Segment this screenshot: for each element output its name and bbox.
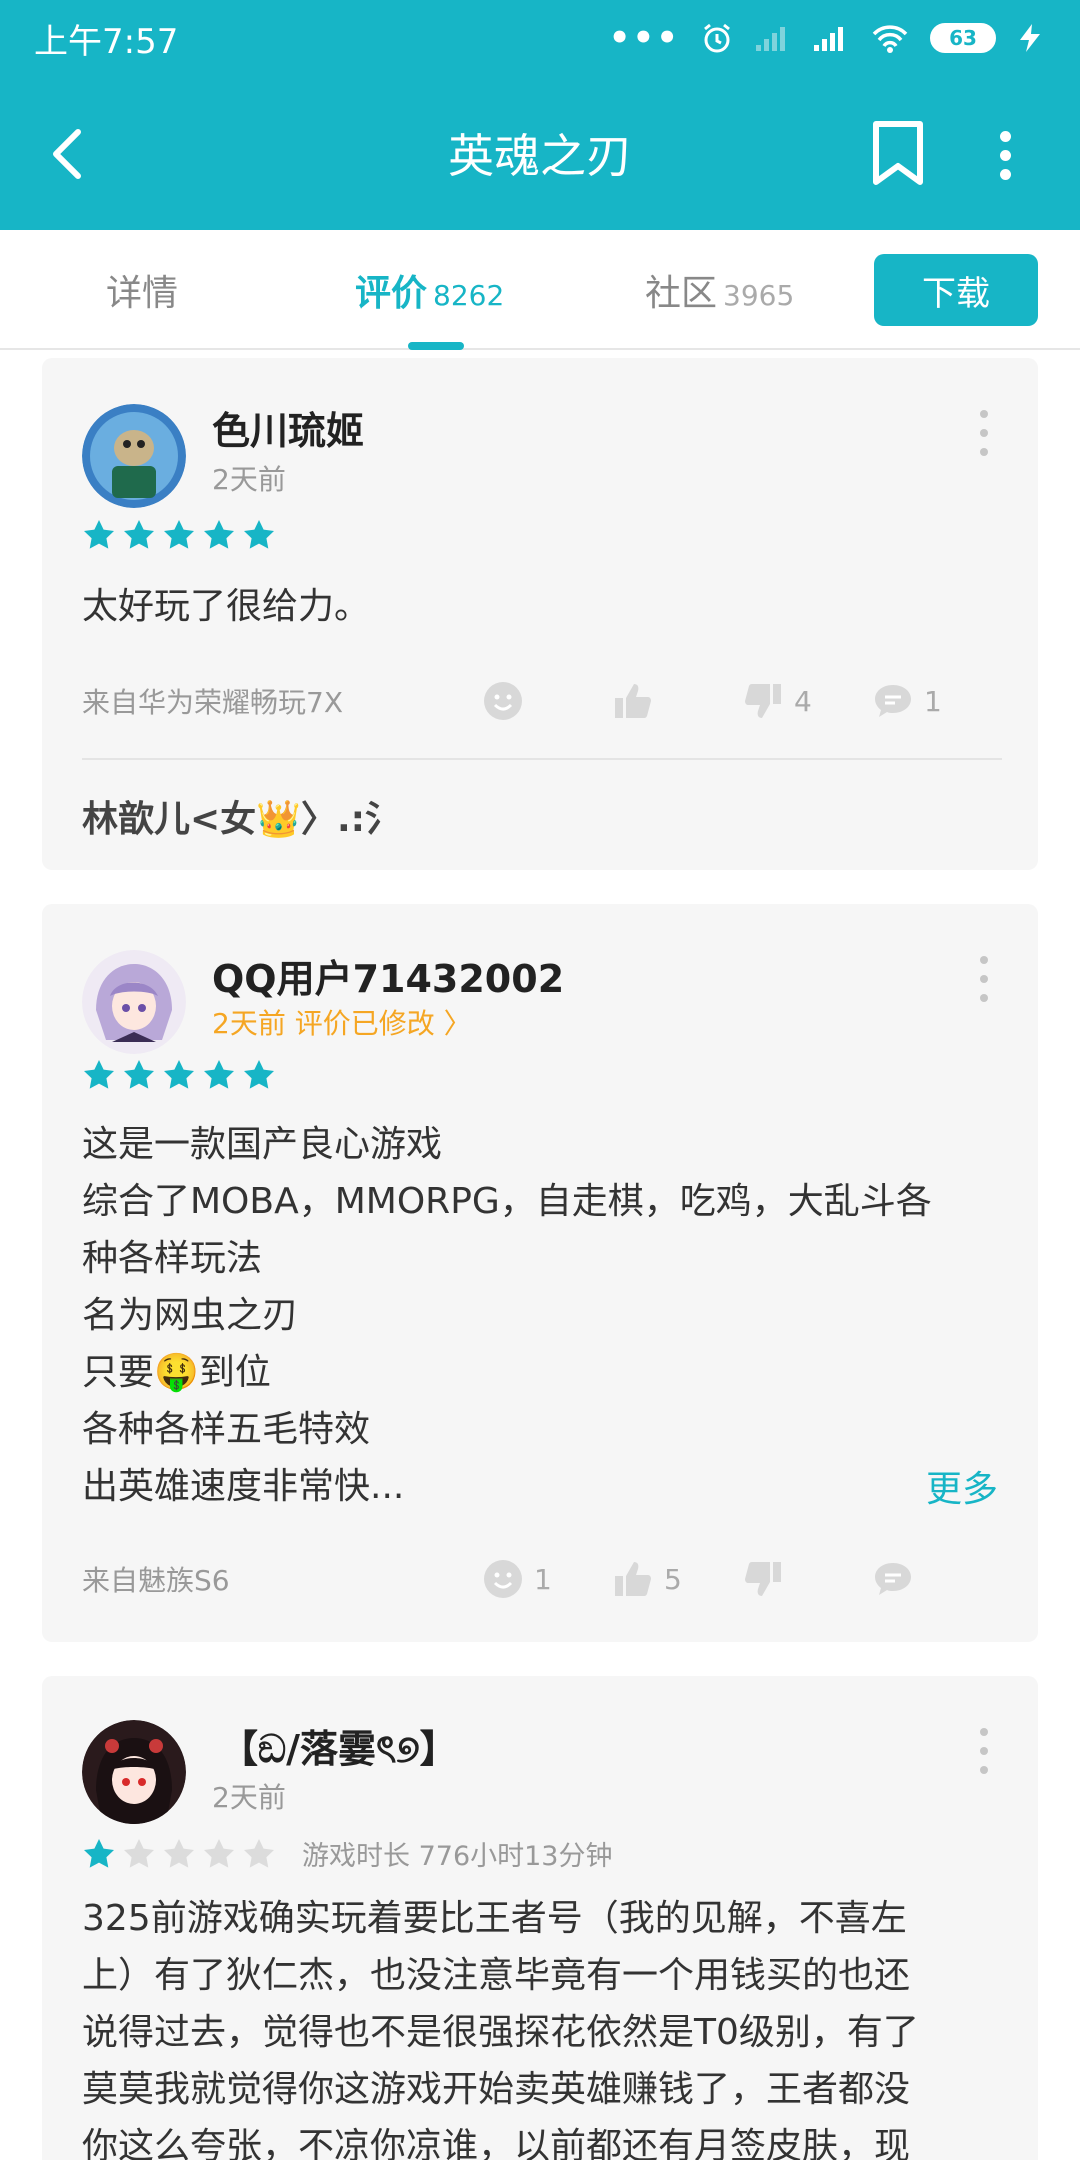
wifi-icon xyxy=(872,25,908,53)
tab-community[interactable]: 社区 3965 xyxy=(645,264,794,316)
more-link[interactable]: 更多 xyxy=(926,1460,998,1512)
review-menu-button[interactable] xyxy=(974,1728,994,1774)
avatar-image xyxy=(82,950,186,1054)
rating-stars: 游戏时长 776小时13分钟 xyxy=(82,1834,612,1873)
review-time: 2天前 xyxy=(212,463,286,496)
battery-icon: 63 xyxy=(930,23,996,53)
tab-details[interactable]: 详情 xyxy=(106,264,178,316)
signal-icon xyxy=(814,27,843,51)
review-time: 2天前 xyxy=(212,1781,286,1814)
review-footer: 来自魅族S6 1 5 xyxy=(82,1554,1002,1604)
app-bar: 英魂之刃 xyxy=(0,76,1080,230)
star-empty-icon xyxy=(244,1838,274,1868)
star-filled-icon xyxy=(84,1060,114,1089)
star-filled-icon xyxy=(244,1060,274,1089)
review-text: 这是一款国产良心游戏 综合了MOBA，MMORPG，自走棋，吃鸡，大乱斗各 种各… xyxy=(82,1124,932,1507)
like-button[interactable] xyxy=(612,680,742,722)
thumbs-down-icon xyxy=(745,684,781,718)
comment-icon xyxy=(875,685,911,717)
star-filled-icon xyxy=(164,1060,194,1089)
play-time: 游戏时长 776小时13分钟 xyxy=(302,1841,613,1872)
star-empty-icon xyxy=(124,1838,154,1868)
bookmark-button[interactable] xyxy=(870,120,930,190)
comment-icon xyxy=(875,1563,911,1595)
review-feed[interactable]: 色川琉姬 2天前 太好玩了很给力。 来自华为荣耀畅玩7X 4 1 林歆儿<女👑〉… xyxy=(0,352,1080,2160)
review-card: 色川琉姬 2天前 太好玩了很给力。 来自华为荣耀畅玩7X 4 1 林歆儿<女👑〉… xyxy=(42,358,1038,870)
charging-icon xyxy=(1020,24,1040,52)
community-count: 3965 xyxy=(723,279,795,312)
star-filled-icon xyxy=(124,1060,154,1089)
avatar-image xyxy=(82,404,186,508)
star-empty-icon xyxy=(204,1838,234,1868)
comment-count: 1 xyxy=(924,684,942,718)
thumbs-down-icon xyxy=(745,1562,781,1596)
comment-button[interactable] xyxy=(872,1558,1002,1600)
username[interactable]: 【ඞ/落霎ৎ୭】 xyxy=(220,1718,458,1784)
star-filled-icon xyxy=(204,1060,234,1089)
dislike-button[interactable]: 4 xyxy=(742,680,872,722)
star-filled-icon xyxy=(204,520,234,549)
username[interactable]: QQ用户71432002 xyxy=(212,948,564,1003)
notification-dots-icon: ••• xyxy=(608,18,680,58)
comment-button[interactable]: 1 xyxy=(872,680,1002,722)
avatar-image xyxy=(82,1720,186,1824)
dislike-button[interactable] xyxy=(742,1558,872,1600)
more-vert-icon xyxy=(999,130,1011,142)
thumbs-up-icon xyxy=(615,684,651,718)
avatar[interactable] xyxy=(82,404,186,508)
review-menu-button[interactable] xyxy=(974,956,994,1002)
bookmark-icon xyxy=(873,121,923,185)
dislike-count: 4 xyxy=(794,684,812,718)
star-filled-icon xyxy=(124,520,154,549)
review-footer: 来自华为荣耀畅玩7X 4 1 xyxy=(82,676,1002,726)
tab-bar: 详情 评价 8262 社区 3965 下载 xyxy=(0,230,1080,350)
star-empty-icon xyxy=(164,1838,194,1868)
status-time: 上午7:57 xyxy=(34,21,179,62)
like-button[interactable]: 5 xyxy=(612,1558,742,1600)
reply-preview[interactable]: 林歆儿<女👑〉.:氵 xyxy=(82,790,401,842)
review-menu-button[interactable] xyxy=(974,410,994,456)
avatar[interactable] xyxy=(82,950,186,1054)
review-card: QQ用户71432002 2天前 评价已修改 〉 这是一款国产良心游戏 综合了M… xyxy=(42,904,1038,1642)
status-bar: 上午7:57 ••• 63 xyxy=(0,0,1080,76)
device-source: 来自魅族S6 xyxy=(82,1564,230,1597)
avatar[interactable] xyxy=(82,1720,186,1824)
star-filled-icon xyxy=(84,1838,114,1868)
more-vert-button[interactable] xyxy=(990,120,1020,190)
alarm-icon xyxy=(704,23,730,53)
review-text: 太好玩了很给力。 xyxy=(82,586,371,627)
like-count: 5 xyxy=(664,1562,682,1596)
device-source: 来自华为荣耀畅玩7X xyxy=(82,686,343,719)
active-tab-indicator xyxy=(408,342,464,350)
tab-reviews[interactable]: 评价 8262 xyxy=(355,264,504,316)
signal-off-icon xyxy=(756,27,785,51)
review-text: 325前游戏确实玩着要比王者号（我的见解，不喜左 上）有了狄仁杰，也没注意毕竟有… xyxy=(82,1898,919,2160)
divider xyxy=(82,758,1002,760)
rating-stars xyxy=(82,518,276,552)
smile-icon xyxy=(484,1560,522,1598)
download-button[interactable]: 下载 xyxy=(874,254,1038,326)
thumbs-up-icon xyxy=(615,1562,651,1596)
smile-button[interactable]: 1 xyxy=(482,1558,612,1600)
star-filled-icon xyxy=(164,520,194,549)
smile-button[interactable] xyxy=(482,680,612,722)
smile-count: 1 xyxy=(534,1562,552,1596)
review-card: 【ඞ/落霎ৎ୭】 2天前 游戏时长 776小时13分钟 325前游戏确实玩着要比… xyxy=(42,1676,1038,2160)
reviews-count: 8262 xyxy=(433,279,505,312)
username[interactable]: 色川琉姬 xyxy=(212,400,364,455)
star-filled-icon xyxy=(244,520,274,549)
review-time-edited-link[interactable]: 2天前 评价已修改 〉 xyxy=(212,1002,472,1042)
smile-icon xyxy=(484,682,522,720)
star-filled-icon xyxy=(84,520,114,549)
rating-stars xyxy=(82,1058,276,1092)
